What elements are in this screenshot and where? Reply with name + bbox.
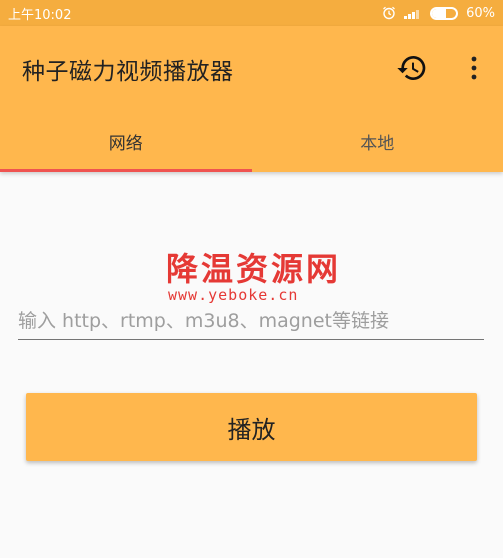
app-title: 种子磁力视频播放器 (22, 59, 234, 85)
alarm-icon (382, 6, 396, 20)
tab-local[interactable]: 本地 (252, 110, 503, 172)
more-vert-icon (471, 56, 477, 80)
url-input[interactable] (18, 302, 484, 340)
tab-network-label: 网络 (108, 133, 143, 154)
battery-icon (430, 6, 459, 20)
status-bar: 上午10:02 60% (0, 0, 503, 26)
watermark-title: 降温资源网 (166, 250, 342, 288)
history-button[interactable] (394, 50, 430, 86)
battery-percent: 60% (466, 5, 495, 21)
app-header: 种子磁力视频播放器 网络 本地 (0, 26, 503, 172)
history-icon (397, 56, 426, 80)
play-button[interactable]: 播放 (26, 393, 477, 461)
signal-icon (404, 7, 422, 19)
more-options-button[interactable] (460, 50, 488, 86)
status-time: 上午10:02 (8, 7, 72, 23)
tab-indicator (0, 169, 252, 172)
tab-local-label: 本地 (360, 133, 395, 154)
battery-fill (432, 8, 447, 18)
screen: 上午10:02 60% 种子磁力视频播放器 网络 本地 降温资源网 www.ye… (0, 0, 503, 558)
status-icons: 60% (382, 6, 495, 21)
tab-network[interactable]: 网络 (0, 110, 252, 172)
toolbar: 种子磁力视频播放器 (0, 26, 503, 110)
tab-bar: 网络 本地 (0, 110, 503, 172)
